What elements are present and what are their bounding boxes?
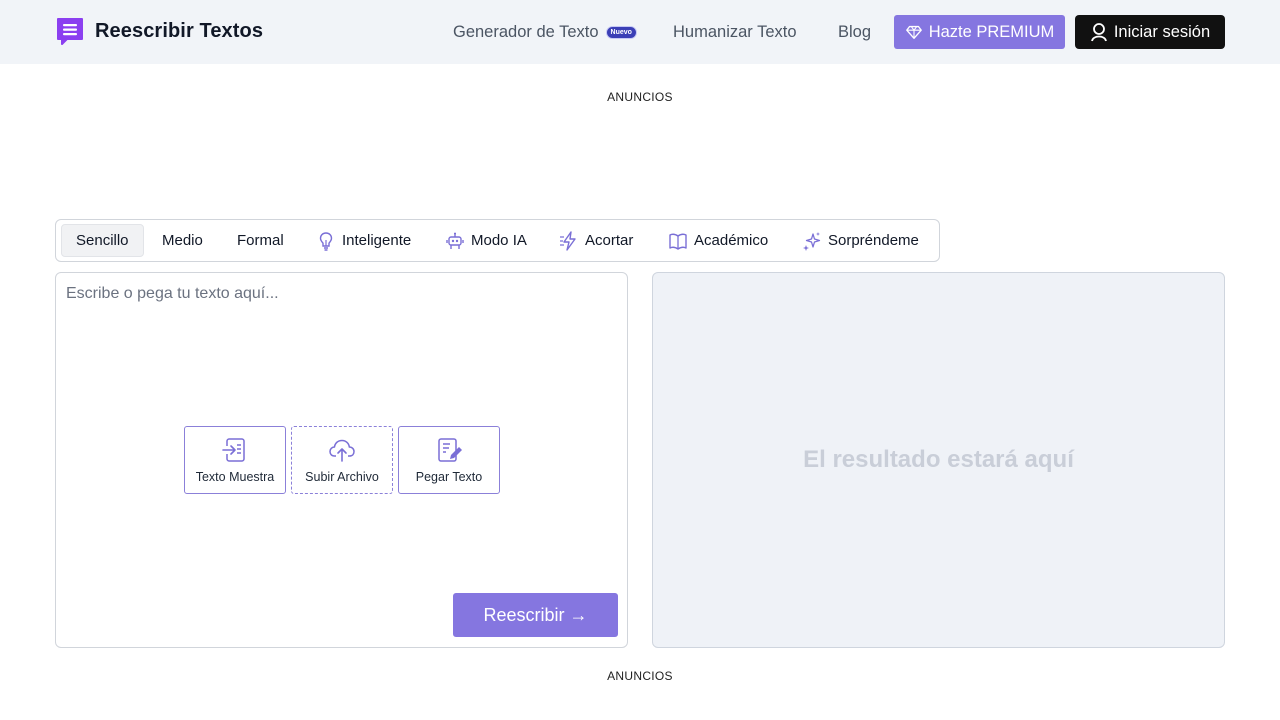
new-badge: Nuevo xyxy=(605,25,637,39)
tab-acortar[interactable]: Acortar xyxy=(559,224,633,257)
nav-link-humanize[interactable]: Humanizar Texto xyxy=(673,23,797,42)
paste-text-label: Pegar Texto xyxy=(415,470,483,484)
nav-link-blog[interactable]: Blog xyxy=(838,23,871,42)
chat-lines-icon xyxy=(57,18,83,45)
output-panel: El resultado estará aquí xyxy=(652,272,1225,648)
tab-label: Formal xyxy=(237,232,284,249)
lightbulb-icon xyxy=(319,231,333,251)
tab-label: Académico xyxy=(694,232,769,249)
file-import-icon xyxy=(222,438,245,462)
tab-label: Acortar xyxy=(585,232,634,249)
tab-academico[interactable]: Académico xyxy=(668,224,768,257)
nav-link-generator[interactable]: Generador de Texto xyxy=(453,23,599,42)
login-button[interactable]: Iniciar sesión xyxy=(1075,15,1225,49)
nav-item-blog[interactable]: Blog xyxy=(838,0,871,64)
login-label: Iniciar sesión xyxy=(1113,22,1211,41)
rewrite-button[interactable]: Reescribir → xyxy=(453,593,618,637)
tab-label: Medio xyxy=(162,232,203,249)
top-header: Reescribir Textos Generador de Texto Nue… xyxy=(0,0,1280,64)
tab-label: Sencillo xyxy=(76,232,129,249)
nav-item-generator[interactable]: Generador de Texto Nuevo xyxy=(453,0,637,64)
input-panel: Texto Muestra Subir Archivo Pegar Texto … xyxy=(55,272,628,648)
sample-text-label: Texto Muestra xyxy=(195,470,275,484)
tab-inteligente[interactable]: Inteligente xyxy=(316,224,411,257)
output-placeholder: El resultado estará aquí xyxy=(803,446,1074,473)
cloud-upload-icon xyxy=(329,439,355,462)
text-input[interactable] xyxy=(66,285,616,405)
tab-label: Sorpréndeme xyxy=(828,232,919,249)
premium-button[interactable]: Hazte PREMIUM xyxy=(894,15,1065,49)
sparkles-icon xyxy=(803,231,821,251)
robot-icon xyxy=(446,232,464,249)
sample-text-button[interactable]: Texto Muestra xyxy=(184,426,286,494)
user-icon xyxy=(1090,23,1107,42)
tab-formal[interactable]: Formal xyxy=(237,224,284,257)
clipboard-edit-icon xyxy=(438,438,462,462)
nav-item-humanize[interactable]: Humanizar Texto xyxy=(673,0,797,64)
book-icon xyxy=(669,233,687,250)
diamond-icon xyxy=(905,25,922,39)
ads-label-top: ANUNCIOS xyxy=(607,90,673,104)
paste-text-button[interactable]: Pegar Texto xyxy=(398,426,500,494)
tab-label: Modo IA xyxy=(471,232,527,249)
premium-label: Hazte PREMIUM xyxy=(928,22,1055,41)
tab-modo-ia[interactable]: Modo IA xyxy=(445,224,527,257)
ads-label-bottom: ANUNCIOS xyxy=(607,669,673,683)
tab-sorprendeme[interactable]: Sorpréndeme xyxy=(802,224,919,257)
upload-file-label: Subir Archivo xyxy=(305,470,379,484)
brand-logo[interactable]: Reescribir Textos xyxy=(55,16,263,46)
tab-sencillo[interactable]: Sencillo xyxy=(61,224,144,257)
tab-label: Inteligente xyxy=(342,232,412,249)
lightning-icon xyxy=(560,230,576,251)
tab-medio[interactable]: Medio xyxy=(162,224,203,257)
rewrite-mode-tabs: Sencillo Medio Formal Inteligente Modo I… xyxy=(55,219,940,262)
brand-name: Reescribir Textos xyxy=(95,19,264,42)
upload-file-button[interactable]: Subir Archivo xyxy=(291,426,393,494)
